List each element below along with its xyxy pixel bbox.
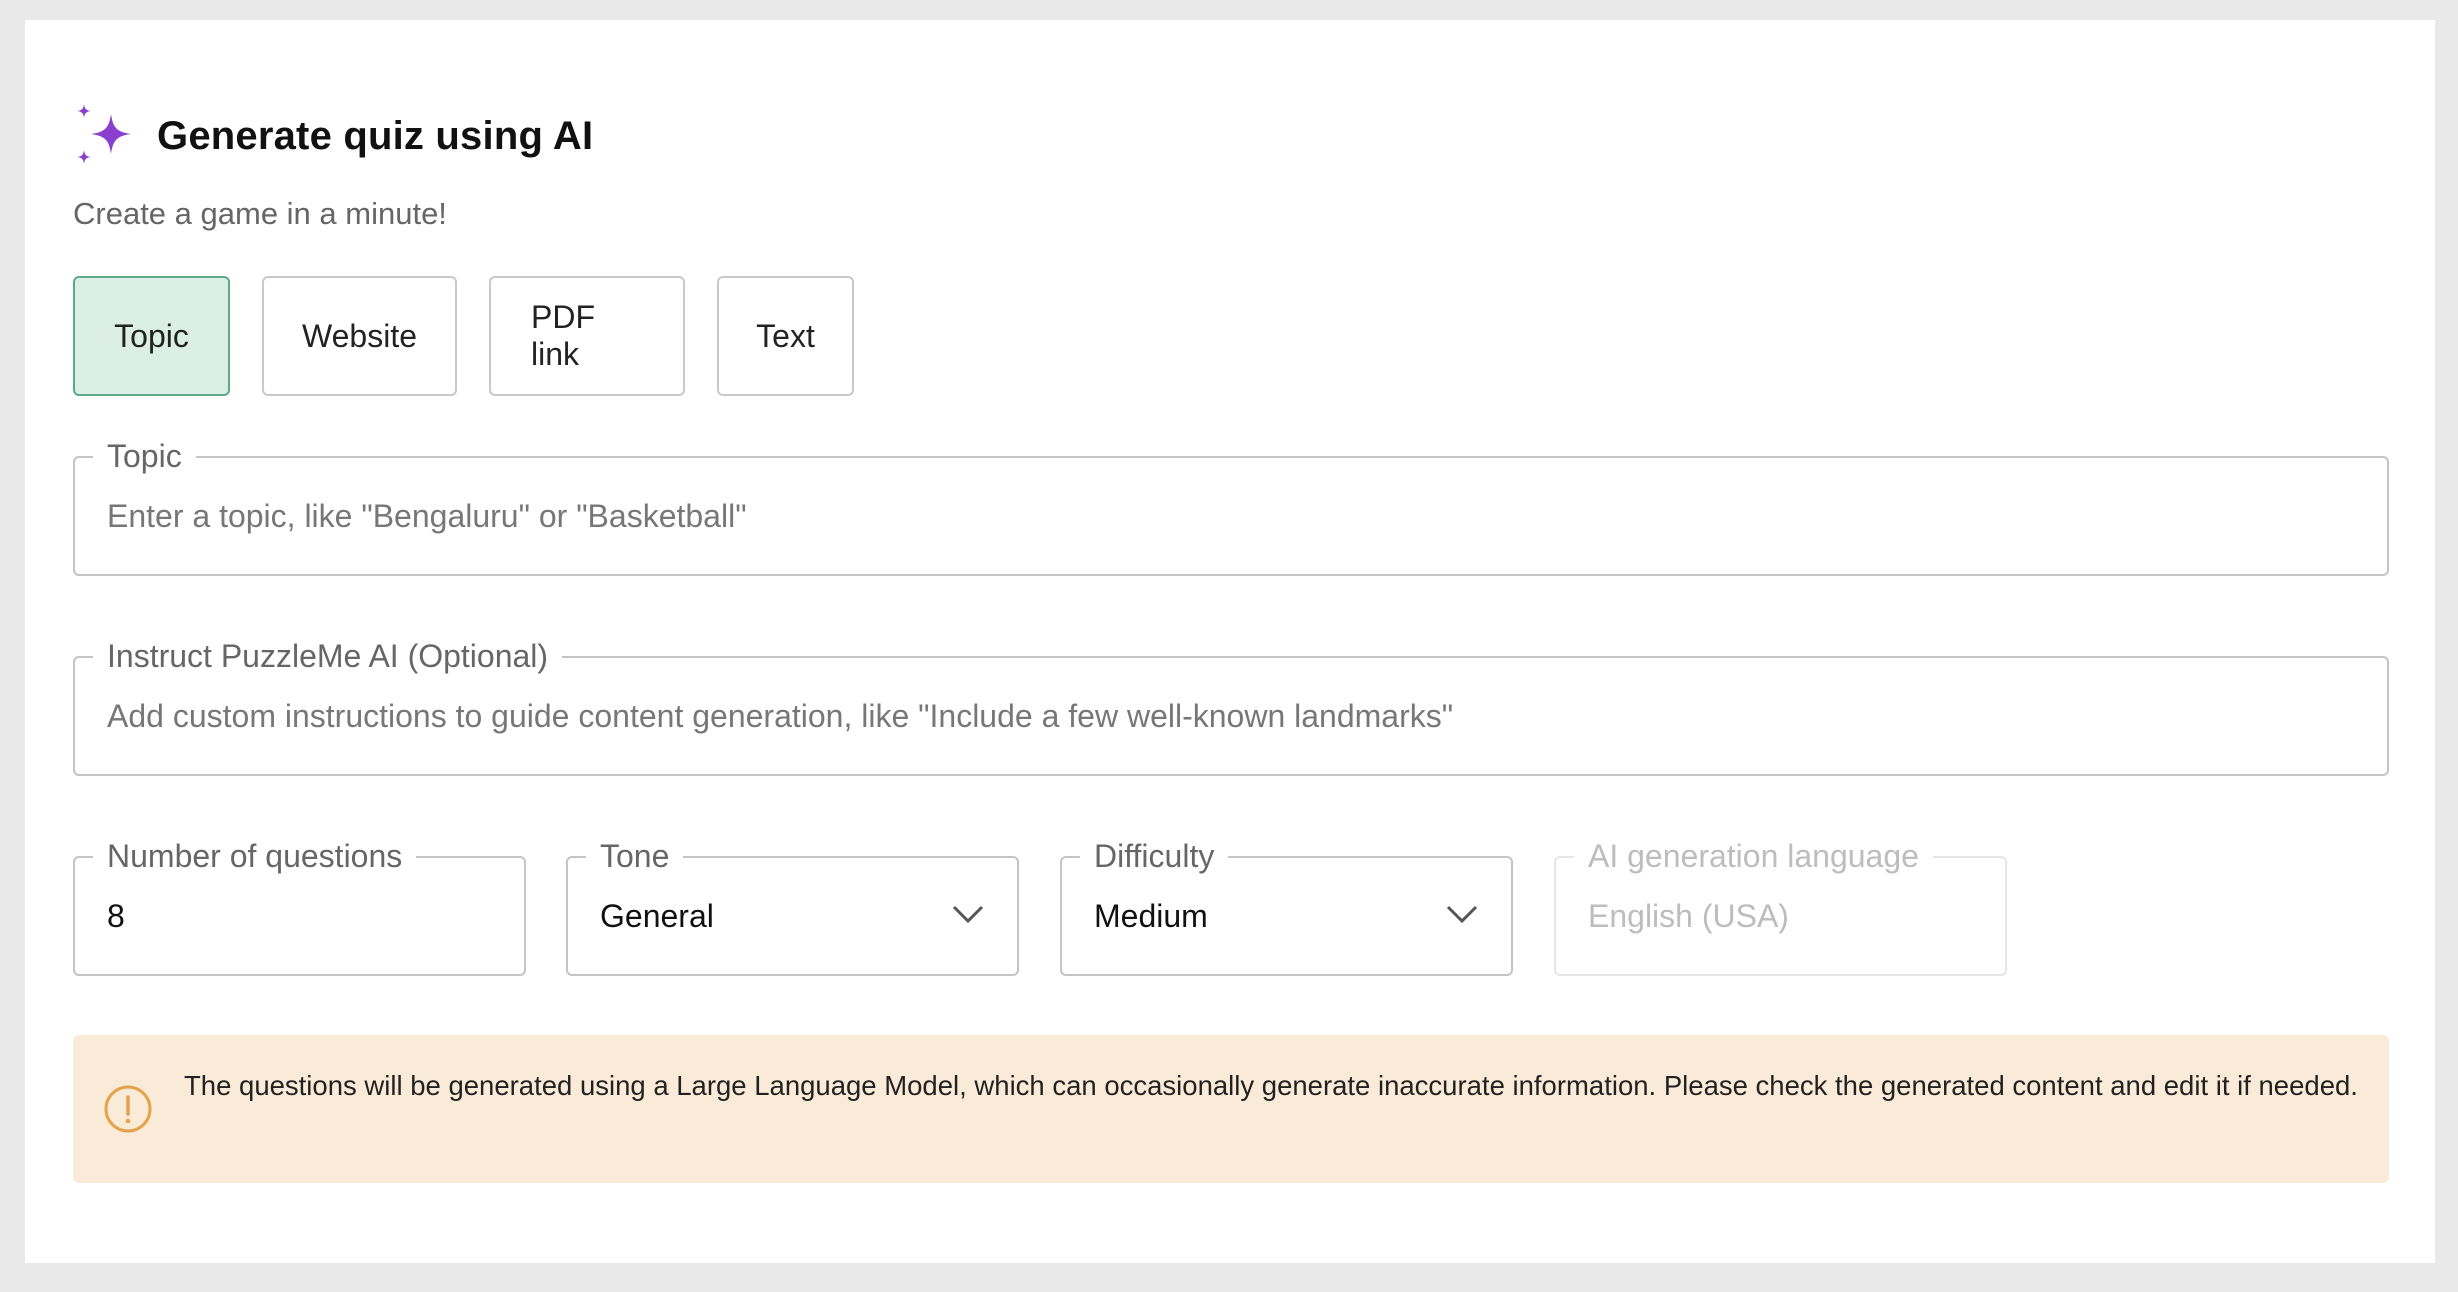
number-of-questions-field[interactable]: Number of questions 8	[73, 834, 526, 976]
number-of-questions-label: Number of questions	[93, 834, 417, 878]
source-tabs: Topic Website PDF link Text	[73, 276, 854, 396]
tab-text[interactable]: Text	[717, 276, 854, 396]
page-subtitle: Create a game in a minute!	[73, 196, 447, 231]
quiz-generator-panel: Generate quiz using AI Create a game in …	[25, 20, 2435, 1263]
tab-website[interactable]: Website	[262, 276, 457, 396]
warning-circle-icon	[104, 1085, 152, 1133]
instruct-field[interactable]: Instruct PuzzleMe AI (Optional) Add cust…	[73, 634, 2389, 776]
difficulty-value: Medium	[1094, 897, 1208, 934]
difficulty-select[interactable]: Difficulty Medium	[1060, 834, 1513, 976]
tone-value: General	[600, 897, 714, 934]
tab-topic[interactable]: Topic	[73, 276, 230, 396]
ai-language-field: AI generation language English (USA)	[1554, 834, 2007, 976]
sparkle-icon	[77, 104, 131, 164]
ai-language-value: English (USA)	[1588, 897, 1789, 934]
tab-pdf-link[interactable]: PDF link	[489, 276, 685, 396]
chevron-down-icon[interactable]	[951, 902, 985, 926]
topic-field[interactable]: Topic Enter a topic, like "Bengaluru" or…	[73, 434, 2389, 576]
instruct-input[interactable]: Add custom instructions to guide content…	[107, 658, 1453, 774]
topic-input[interactable]: Enter a topic, like "Bengaluru" or "Bask…	[107, 458, 747, 574]
chevron-down-icon[interactable]	[1445, 902, 1479, 926]
llm-warning-notice: The questions will be generated using a …	[73, 1035, 2389, 1183]
number-of-questions-input[interactable]: 8	[107, 858, 125, 974]
page-title: Generate quiz using AI	[157, 113, 594, 158]
header: Generate quiz using AI	[73, 100, 593, 172]
tone-select[interactable]: Tone General	[566, 834, 1019, 976]
notice-text: The questions will be generated using a …	[184, 1070, 2358, 1101]
